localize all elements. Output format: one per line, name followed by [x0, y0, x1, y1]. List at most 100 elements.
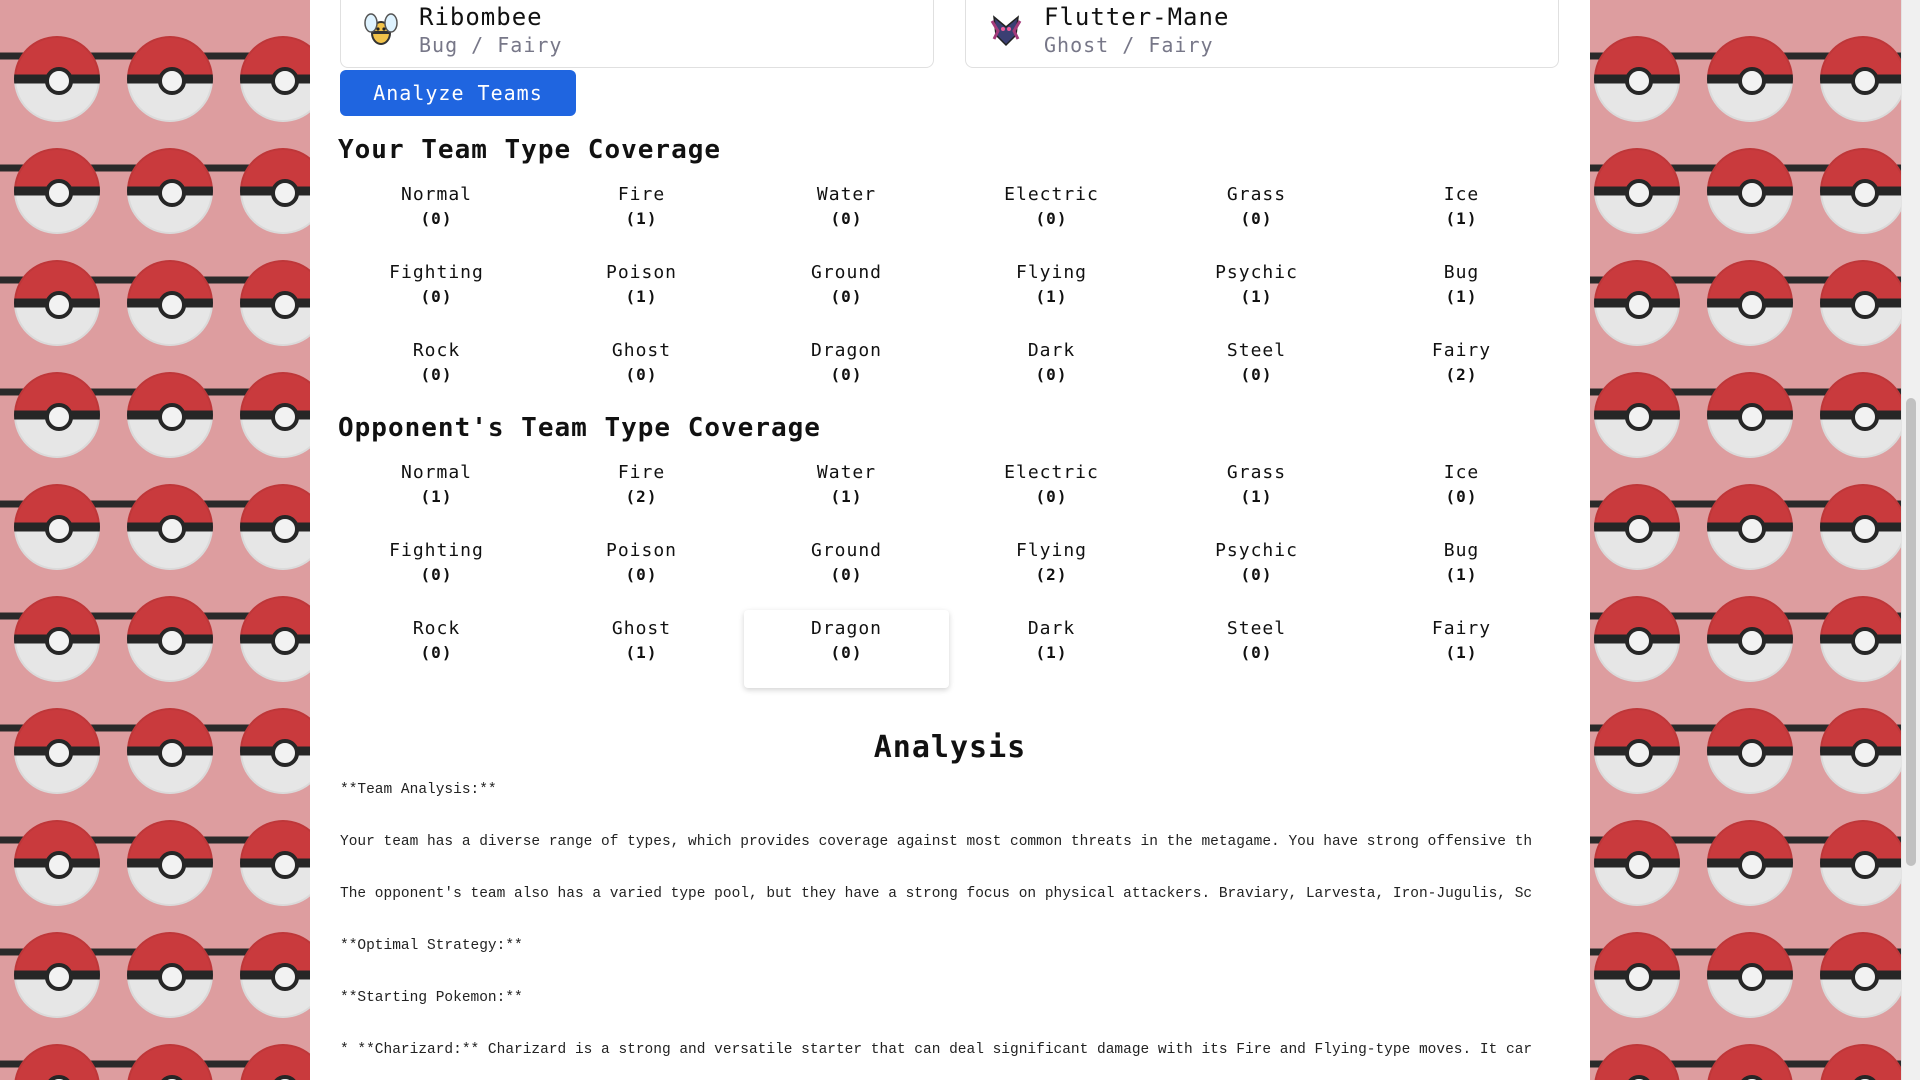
type-name: Ground	[810, 540, 883, 561]
your-coverage-grid: Normal (0) Fire (1) Water (0) Electric (0) Grass…	[334, 176, 1564, 410]
type-count: (0)	[1240, 643, 1273, 662]
type-coverage-cell[interactable]: Electric (0)	[949, 176, 1154, 254]
type-count: (0)	[1240, 209, 1273, 228]
type-count: (0)	[1240, 565, 1273, 584]
type-name: Electric	[1004, 184, 1099, 205]
type-coverage-cell[interactable]: Poison (1)	[539, 254, 744, 332]
pokeball-icon	[1594, 820, 1680, 906]
pokeball-icon	[127, 148, 213, 234]
type-count: (1)	[1240, 487, 1273, 506]
pokeball-icon	[1707, 932, 1793, 1018]
type-coverage-cell[interactable]: Ground (0)	[744, 254, 949, 332]
pokeball-icon	[14, 708, 100, 794]
scrollbar-thumb[interactable]	[1906, 398, 1916, 866]
type-coverage-cell[interactable]: Fairy (2)	[1359, 332, 1564, 410]
pokeball-icon	[14, 148, 100, 234]
pokeball-icon	[1820, 260, 1906, 346]
type-coverage-cell[interactable]: Ice (1)	[1359, 176, 1564, 254]
pokeball-icon	[127, 820, 213, 906]
type-count: (0)	[830, 365, 863, 384]
type-coverage-cell[interactable]: Rock (0)	[334, 610, 539, 688]
type-coverage-cell[interactable]: Ghost (0)	[539, 332, 744, 410]
pokeball-icon	[1707, 708, 1793, 794]
type-coverage-cell[interactable]: Fire (1)	[539, 176, 744, 254]
type-coverage-cell[interactable]: Bug (1)	[1359, 532, 1564, 610]
type-coverage-cell[interactable]: Electric (0)	[949, 454, 1154, 532]
type-name: Steel	[1226, 340, 1287, 361]
type-coverage-cell[interactable]: Fairy (1)	[1359, 610, 1564, 688]
type-coverage-cell[interactable]: Fighting (0)	[334, 254, 539, 332]
type-coverage-cell[interactable]: Dragon (0)	[744, 332, 949, 410]
type-coverage-cell[interactable]: Dragon (0)	[744, 610, 949, 688]
pokemon-name: Flutter-Mane	[1044, 3, 1230, 31]
type-coverage-cell[interactable]: Water (0)	[744, 176, 949, 254]
pokeball-icon	[127, 260, 213, 346]
pokeball-icon	[1707, 36, 1793, 122]
type-name: Bug	[1443, 540, 1480, 561]
pokeball-icon	[1594, 148, 1680, 234]
type-name: Fighting	[389, 540, 484, 561]
pokeball-icon	[1820, 932, 1906, 1018]
type-coverage-cell[interactable]: Bug (1)	[1359, 254, 1564, 332]
type-name: Fire	[617, 184, 666, 205]
type-coverage-cell[interactable]: Dark (0)	[949, 332, 1154, 410]
type-coverage-cell[interactable]: Water (1)	[744, 454, 949, 532]
type-count: (0)	[420, 209, 453, 228]
team-card-ribombee[interactable]: Ribombee Bug / Fairy	[340, 0, 934, 68]
type-coverage-cell[interactable]: Flying (1)	[949, 254, 1154, 332]
pokeball-icon	[14, 372, 100, 458]
type-name: Fighting	[389, 262, 484, 283]
page-scrollbar[interactable]	[1901, 0, 1920, 1080]
type-name: Normal	[400, 462, 473, 483]
type-name: Flying	[1015, 262, 1088, 283]
analyze-teams-button[interactable]: Analyze Teams	[340, 70, 576, 116]
type-count: (1)	[625, 209, 658, 228]
type-name: Water	[816, 462, 877, 483]
type-coverage-cell[interactable]: Normal (0)	[334, 176, 539, 254]
type-coverage-cell[interactable]: Ice (0)	[1359, 454, 1564, 532]
type-coverage-cell[interactable]: Ghost (1)	[539, 610, 744, 688]
pokeball-icon	[14, 820, 100, 906]
pokemon-types: Bug / Fairy	[419, 33, 563, 57]
pokemon-name: Ribombee	[419, 3, 543, 31]
type-name: Fairy	[1431, 618, 1492, 639]
type-coverage-cell[interactable]: Steel (0)	[1154, 332, 1359, 410]
type-coverage-cell[interactable]: Normal (1)	[334, 454, 539, 532]
type-name: Ghost	[611, 618, 672, 639]
analysis-paragraph: The opponent's team also has a varied ty…	[340, 886, 1533, 902]
type-coverage-cell[interactable]: Grass (0)	[1154, 176, 1359, 254]
pokeball-icon	[1820, 148, 1906, 234]
analysis-paragraph: * **Charizard:** Charizard is a strong a…	[340, 1042, 1533, 1058]
pokeball-icon	[1707, 484, 1793, 570]
type-coverage-cell[interactable]: Fire (2)	[539, 454, 744, 532]
type-name: Ghost	[611, 340, 672, 361]
opponent-coverage-title: Opponent's Team Type Coverage	[338, 413, 821, 443]
type-name: Psychic	[1215, 262, 1298, 283]
pokeball-icon	[1594, 372, 1680, 458]
type-coverage-cell[interactable]: Ground (0)	[744, 532, 949, 610]
your-coverage-title: Your Team Type Coverage	[338, 135, 722, 165]
type-coverage-cell[interactable]: Psychic (0)	[1154, 532, 1359, 610]
type-name: Rock	[412, 618, 461, 639]
type-count: (0)	[1240, 365, 1273, 384]
pokeball-icon	[1707, 260, 1793, 346]
pokeball-icon	[127, 484, 213, 570]
type-count: (1)	[830, 487, 863, 506]
type-coverage-cell[interactable]: Poison (0)	[539, 532, 744, 610]
type-coverage-cell[interactable]: Steel (0)	[1154, 610, 1359, 688]
type-count: (2)	[1035, 565, 1068, 584]
type-coverage-cell[interactable]: Dark (1)	[949, 610, 1154, 688]
pokeball-icon	[1594, 932, 1680, 1018]
team-card-flutter-mane[interactable]: Flutter-Mane Ghost / Fairy	[965, 0, 1559, 68]
pokeball-icon	[1820, 708, 1906, 794]
type-coverage-cell[interactable]: Flying (2)	[949, 532, 1154, 610]
type-name: Flying	[1015, 540, 1088, 561]
type-name: Ice	[1443, 462, 1480, 483]
opponent-coverage-grid: Normal (1) Fire (2) Water (1) Electric (0) Grass…	[334, 454, 1564, 688]
type-coverage-cell[interactable]: Psychic (1)	[1154, 254, 1359, 332]
analysis-body: **Team Analysis:** Your team has a divers…	[340, 782, 1560, 1080]
type-coverage-cell[interactable]: Grass (1)	[1154, 454, 1359, 532]
type-coverage-cell[interactable]: Rock (0)	[334, 332, 539, 410]
type-name: Normal	[400, 184, 473, 205]
type-coverage-cell[interactable]: Fighting (0)	[334, 532, 539, 610]
